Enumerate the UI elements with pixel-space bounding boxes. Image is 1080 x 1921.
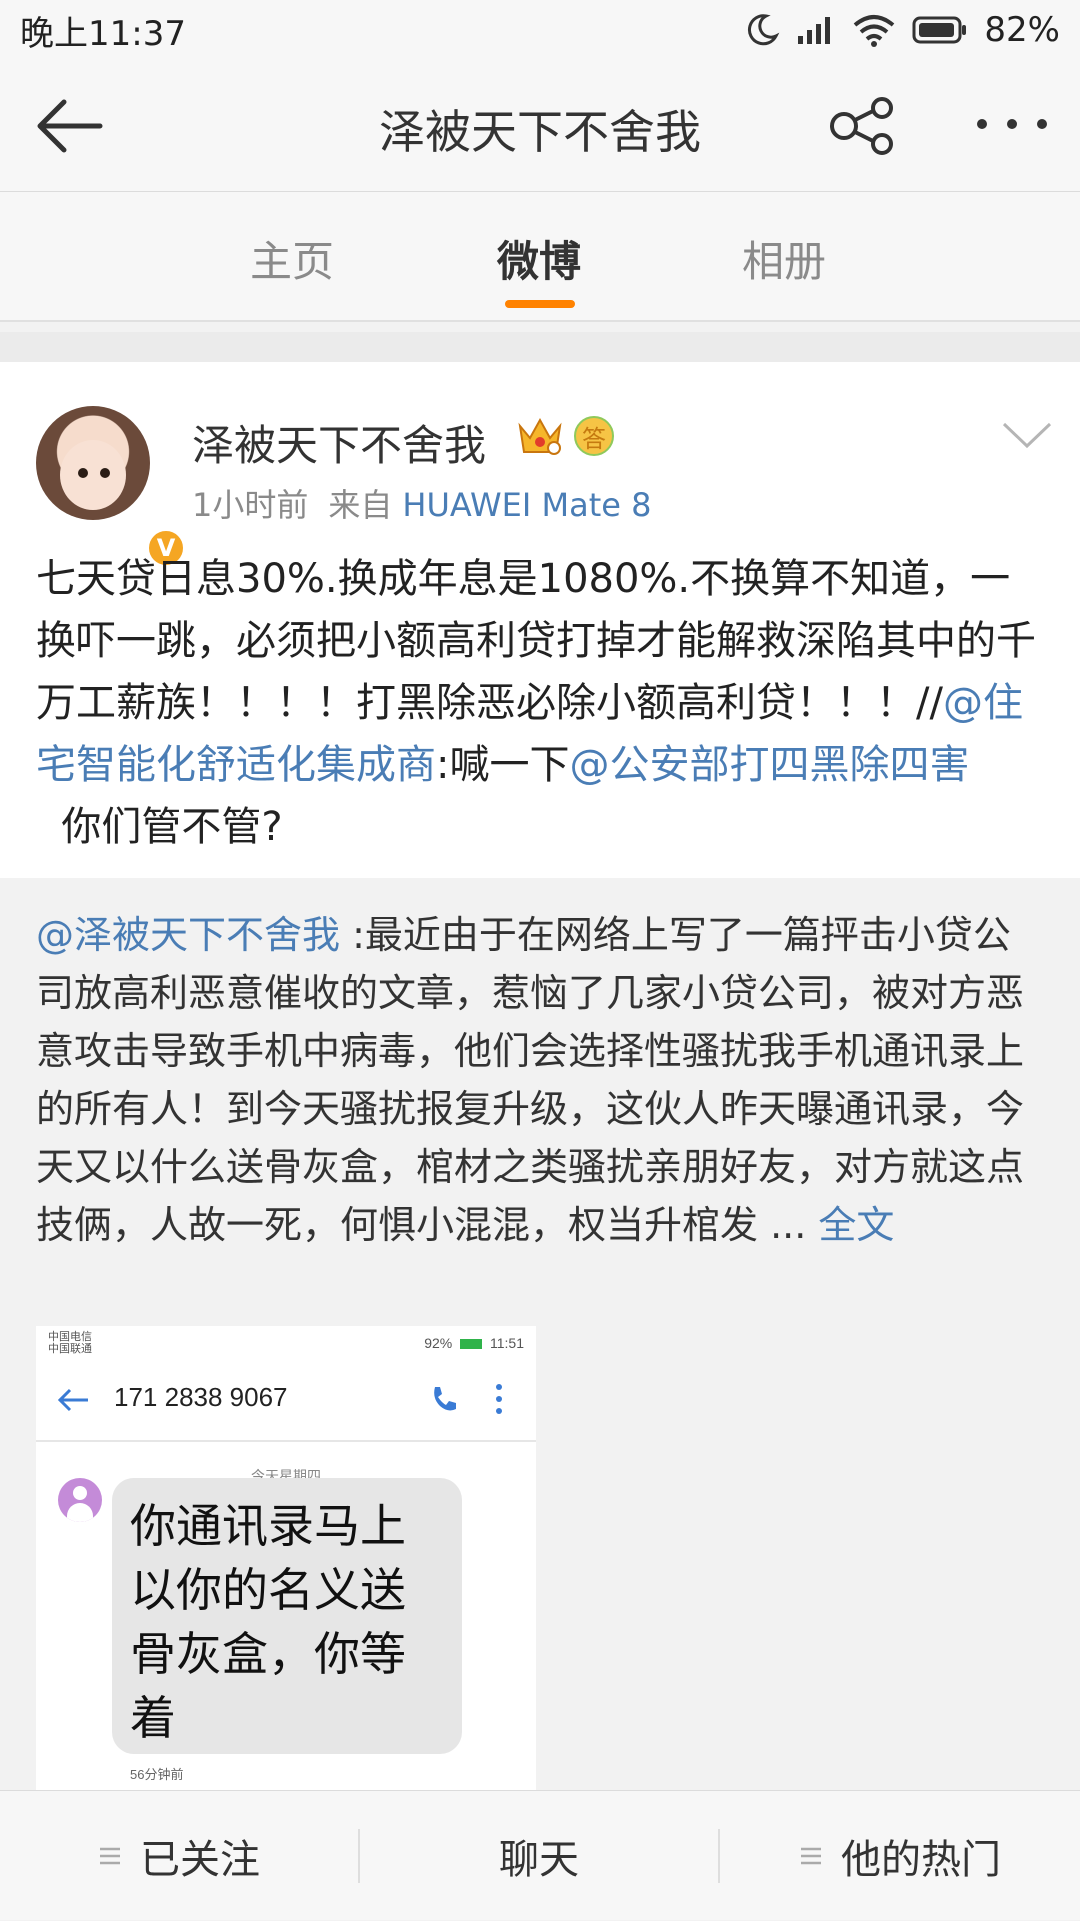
nav-bar: 泽被天下不舍我: [0, 60, 1080, 192]
image-message-bubble: 你通讯录马上以你的名义送骨灰盒，你等着: [112, 1478, 462, 1754]
status-bar: 晚上11:37 82%: [0, 0, 1080, 60]
answer-badge-icon[interactable]: 答: [574, 416, 614, 456]
image-back-arrow-icon: [58, 1388, 88, 1412]
chat-label: 聊天: [499, 1837, 579, 1883]
page-title: 泽被天下不舍我: [379, 105, 701, 159]
image-status-right: 92% 11:51: [424, 1335, 524, 1351]
avatar-face: [60, 440, 126, 510]
following-label: 已关注: [140, 1837, 260, 1883]
avatar-head: [73, 1486, 87, 1500]
image-battery-icon: [460, 1339, 483, 1350]
chat-button[interactable]: 聊天: [360, 1791, 718, 1921]
more-icon[interactable]: [972, 104, 1052, 144]
hot-posts-button[interactable]: 他的热门: [720, 1791, 1080, 1921]
moon-icon: [748, 14, 780, 46]
tab-home[interactable]: 主页: [250, 228, 334, 289]
image-phone-number: 171 2838 9067: [114, 1382, 288, 1412]
weibo-post[interactable]: V 泽被天下不舍我 答 1小时前 来自 HUAWEI Mate 8 七天贷日息30%…: [0, 362, 1080, 878]
signal-icon: [798, 17, 831, 44]
post-text-body: 七天贷日息30%.换成年息是1080%.不换算不知道，一换吓一跳，必须把小额高利…: [36, 556, 1036, 726]
source-device-link[interactable]: HUAWEI Mate 8: [402, 486, 651, 524]
status-icons: 82%: [744, 10, 1060, 50]
source-prefix: 来自: [328, 486, 393, 524]
avatar[interactable]: V: [36, 406, 186, 568]
image-carriers: 中国电信 中国联通: [48, 1331, 92, 1355]
post-meta: 1小时前 来自 HUAWEI Mate 8: [192, 480, 651, 526]
share-icon[interactable]: [828, 96, 900, 156]
battery-percent: 82%: [984, 10, 1060, 50]
section-gap: [0, 332, 1080, 362]
tab-weibo[interactable]: 微博: [497, 228, 581, 289]
avatar-body: [67, 1503, 93, 1522]
image-carrier: 中国电信: [48, 1331, 92, 1343]
menu-icon: [100, 1847, 120, 1865]
image-phone-icon: [434, 1387, 456, 1411]
attached-image[interactable]: 中国电信 中国联通 92% 11:51 171 2838 9067 今天星期四 …: [36, 1326, 536, 1800]
hot-posts-label: 他的热门: [841, 1837, 1001, 1883]
post-text: 七天贷日息30%.换成年息是1080%.不换算不知道，一换吓一跳，必须把小额高利…: [36, 548, 1046, 858]
status-time: 晚上11:37: [20, 13, 186, 54]
post-text-body: 你们管不管?: [36, 804, 283, 850]
bottom-action-bar: 已关注 聊天 他的热门: [0, 1790, 1080, 1920]
image-message-time: 56分钟前: [130, 1767, 184, 1782]
chevron-down-icon[interactable]: [1000, 420, 1054, 450]
following-button[interactable]: 已关注: [0, 1791, 358, 1921]
avatar-eye: [78, 468, 88, 478]
post-time: 1小时前: [192, 486, 309, 524]
crown-badge-icon[interactable]: [516, 414, 564, 458]
reposted-weibo[interactable]: @泽被天下不舍我 :最近由于在网络上写了一篇抨击小贷公司放高利恶意催收的文章，惹…: [0, 878, 1080, 1800]
post-username[interactable]: 泽被天下不舍我: [192, 412, 486, 473]
mention-link[interactable]: @泽被天下不舍我: [36, 913, 340, 957]
tab-album[interactable]: 相册: [742, 228, 826, 289]
repost-text: @泽被天下不舍我 :最近由于在网络上写了一篇抨击小贷公司放高利恶意催收的文章，惹…: [36, 906, 1046, 1254]
wifi-icon: [854, 15, 895, 47]
image-top-bar: 171 2838 9067: [36, 1360, 536, 1442]
image-more-icon: [496, 1384, 502, 1414]
divider: [0, 320, 1080, 322]
full-text-link[interactable]: 全文: [818, 1203, 894, 1247]
menu-icon: [801, 1847, 821, 1865]
post-text-body: :喊一下: [436, 742, 570, 788]
active-tab-indicator: [505, 300, 575, 308]
image-time: 11:51: [490, 1335, 524, 1351]
image-status-bar: 中国电信 中国联通 92% 11:51: [36, 1326, 536, 1360]
profile-tabs: 主页 微博 相册: [0, 192, 1080, 320]
repost-body: :最近由于在网络上写了一篇抨击小贷公司放高利恶意催收的文章，惹恼了几家小贷公司，…: [36, 913, 1025, 1247]
image-battery: 92%: [424, 1335, 453, 1351]
battery-icon: [912, 16, 967, 44]
image-contact-avatar-icon: [58, 1478, 102, 1522]
avatar-eye: [100, 468, 110, 478]
image-carrier: 中国联通: [48, 1343, 92, 1355]
mention-link[interactable]: @公安部打四黑除四害: [569, 742, 969, 788]
